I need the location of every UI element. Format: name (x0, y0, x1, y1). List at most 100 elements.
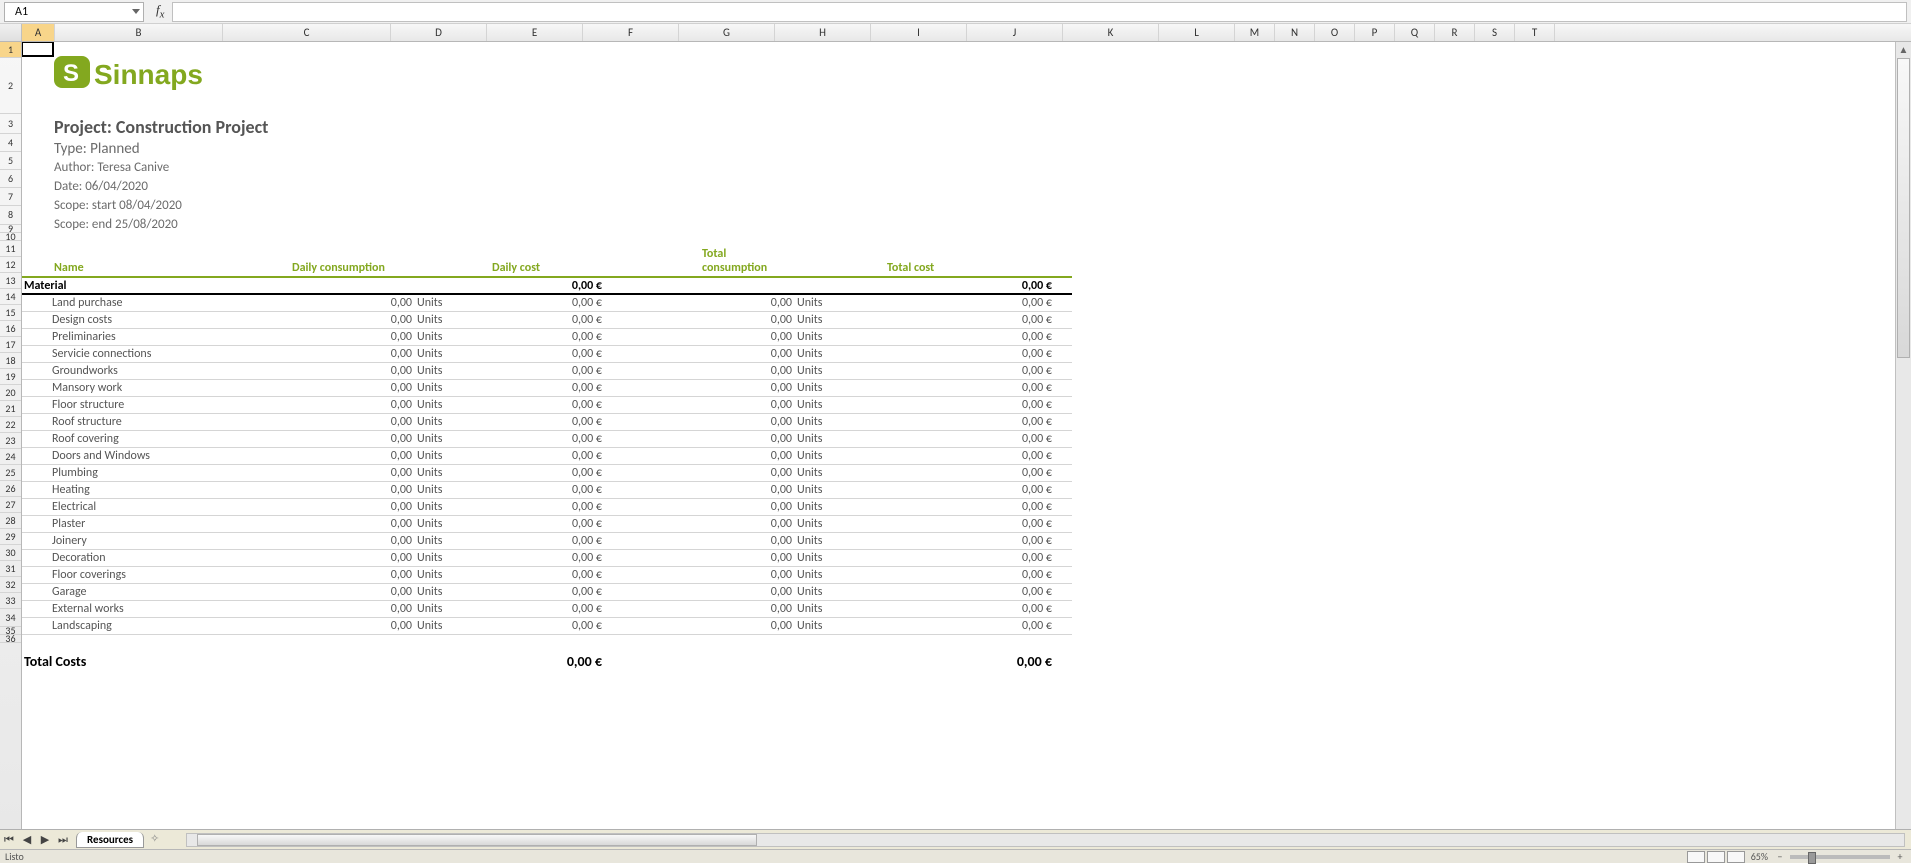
row-header-36[interactable]: 36 (0, 635, 21, 643)
col-header-R[interactable]: R (1435, 24, 1475, 41)
row-header-1[interactable]: 1 (0, 42, 21, 58)
col-header-E[interactable]: E (487, 24, 583, 41)
item-daily-cons: 0,00 (292, 500, 412, 514)
vertical-scrollbar[interactable]: ▲ (1895, 42, 1911, 829)
hscroll-thumb[interactable] (197, 834, 757, 846)
row-header-10[interactable]: 10 (0, 233, 21, 241)
row-header-25[interactable]: 25 (0, 465, 21, 481)
row-header-28[interactable]: 28 (0, 513, 21, 529)
name-box-dropdown-icon[interactable] (132, 9, 140, 14)
item-daily-unit: Units (412, 517, 492, 531)
row-header-19[interactable]: 19 (0, 369, 21, 385)
row-header-3[interactable]: 3 (0, 114, 21, 134)
tab-nav-prev-icon[interactable]: ◀ (19, 832, 35, 848)
item-name: Plaster (22, 517, 292, 531)
col-header-P[interactable]: P (1355, 24, 1395, 41)
item-daily-unit: Units (412, 296, 492, 310)
item-name: Roof structure (22, 415, 292, 429)
th-name: Name (22, 261, 292, 275)
row-header-13[interactable]: 13 (0, 273, 21, 289)
table-row: Heating0,00Units0,00 €0,00Units0,00 € (22, 482, 1072, 499)
col-header-L[interactable]: L (1159, 24, 1235, 41)
row-header-24[interactable]: 24 (0, 449, 21, 465)
item-name: Landscaping (22, 619, 292, 633)
row-header-14[interactable]: 14 (0, 289, 21, 305)
item-total-cost: 0,00 € (872, 398, 1052, 412)
item-daily-unit: Units (412, 534, 492, 548)
item-daily-cons: 0,00 (292, 466, 412, 480)
row-header-20[interactable]: 20 (0, 385, 21, 401)
col-header-N[interactable]: N (1275, 24, 1315, 41)
table-row: Plumbing0,00Units0,00 €0,00Units0,00 € (22, 465, 1072, 482)
col-header-I[interactable]: I (871, 24, 967, 41)
scroll-up-icon[interactable]: ▲ (1896, 42, 1911, 58)
tab-nav-next-icon[interactable]: ▶ (37, 832, 53, 848)
col-header-F[interactable]: F (583, 24, 679, 41)
add-sheet-icon[interactable]: ✧ (150, 832, 166, 848)
row-header-31[interactable]: 31 (0, 561, 21, 577)
project-author: Author: Teresa Canive (54, 160, 169, 175)
row-header-4[interactable]: 4 (0, 134, 21, 152)
zoom-slider[interactable] (1790, 855, 1890, 859)
row-header-26[interactable]: 26 (0, 481, 21, 497)
col-header-C[interactable]: C (223, 24, 391, 41)
row-header-33[interactable]: 33 (0, 593, 21, 609)
table-row: Floor coverings0,00Units0,00 €0,00Units0… (22, 567, 1072, 584)
fx-icon[interactable]: fx (148, 2, 172, 21)
sheet-tabs-bar: ⏮ ◀ ▶ ⏭ Resources ✧ (0, 829, 1911, 849)
col-header-H[interactable]: H (775, 24, 871, 41)
horizontal-scrollbar[interactable] (186, 833, 1905, 847)
col-header-Q[interactable]: Q (1395, 24, 1435, 41)
row-header-29[interactable]: 29 (0, 529, 21, 545)
row-header-18[interactable]: 18 (0, 353, 21, 369)
col-header-K[interactable]: K (1063, 24, 1159, 41)
th-total-cost: Total cost (792, 261, 972, 275)
tab-nav-last-icon[interactable]: ⏭ (55, 832, 71, 848)
zoom-in-icon[interactable]: + (1894, 850, 1906, 863)
row-header-32[interactable]: 32 (0, 577, 21, 593)
row-header-22[interactable]: 22 (0, 417, 21, 433)
col-header-O[interactable]: O (1315, 24, 1355, 41)
col-header-J[interactable]: J (967, 24, 1063, 41)
table-row: Joinery0,00Units0,00 €0,00Units0,00 € (22, 533, 1072, 550)
row-header-5[interactable]: 5 (0, 152, 21, 170)
project-date: Date: 06/04/2020 (54, 179, 148, 194)
formula-input[interactable] (172, 2, 1907, 22)
row-header-7[interactable]: 7 (0, 188, 21, 206)
row-header-17[interactable]: 17 (0, 337, 21, 353)
sheet-tab-resources[interactable]: Resources (76, 832, 144, 848)
col-header-S[interactable]: S (1475, 24, 1515, 41)
row-header-21[interactable]: 21 (0, 401, 21, 417)
item-daily-cost: 0,00 € (492, 483, 602, 497)
item-total-unit: Units (792, 415, 872, 429)
row-header-11[interactable]: 11 (0, 241, 21, 257)
vscroll-thumb[interactable] (1897, 58, 1910, 358)
row-header-16[interactable]: 16 (0, 321, 21, 337)
item-name: Roof covering (22, 432, 292, 446)
row-header-23[interactable]: 23 (0, 433, 21, 449)
row-header-15[interactable]: 15 (0, 305, 21, 321)
row-header-27[interactable]: 27 (0, 497, 21, 513)
col-header-A[interactable]: A (22, 24, 55, 41)
row-header-2[interactable]: 2 (0, 58, 21, 114)
cells-canvas[interactable]: S Sinnaps Project: Construction Project … (22, 42, 1911, 841)
col-header-T[interactable]: T (1515, 24, 1555, 41)
item-daily-unit: Units (412, 483, 492, 497)
col-header-B[interactable]: B (55, 24, 223, 41)
col-header-M[interactable]: M (1235, 24, 1275, 41)
col-header-G[interactable]: G (679, 24, 775, 41)
item-daily-cons: 0,00 (292, 432, 412, 446)
name-box[interactable]: A1 (4, 2, 144, 22)
view-normal-icon[interactable] (1687, 851, 1705, 863)
select-all-corner[interactable] (0, 24, 22, 41)
col-header-D[interactable]: D (391, 24, 487, 41)
table-row: Electrical0,00Units0,00 €0,00Units0,00 € (22, 499, 1072, 516)
zoom-out-icon[interactable]: − (1774, 850, 1786, 863)
row-header-12[interactable]: 12 (0, 257, 21, 273)
status-bar: Listo 65% − + (0, 849, 1911, 863)
row-header-30[interactable]: 30 (0, 545, 21, 561)
row-header-6[interactable]: 6 (0, 170, 21, 188)
tab-nav-first-icon[interactable]: ⏮ (1, 832, 17, 848)
view-pagebreak-icon[interactable] (1727, 851, 1745, 863)
view-layout-icon[interactable] (1707, 851, 1725, 863)
